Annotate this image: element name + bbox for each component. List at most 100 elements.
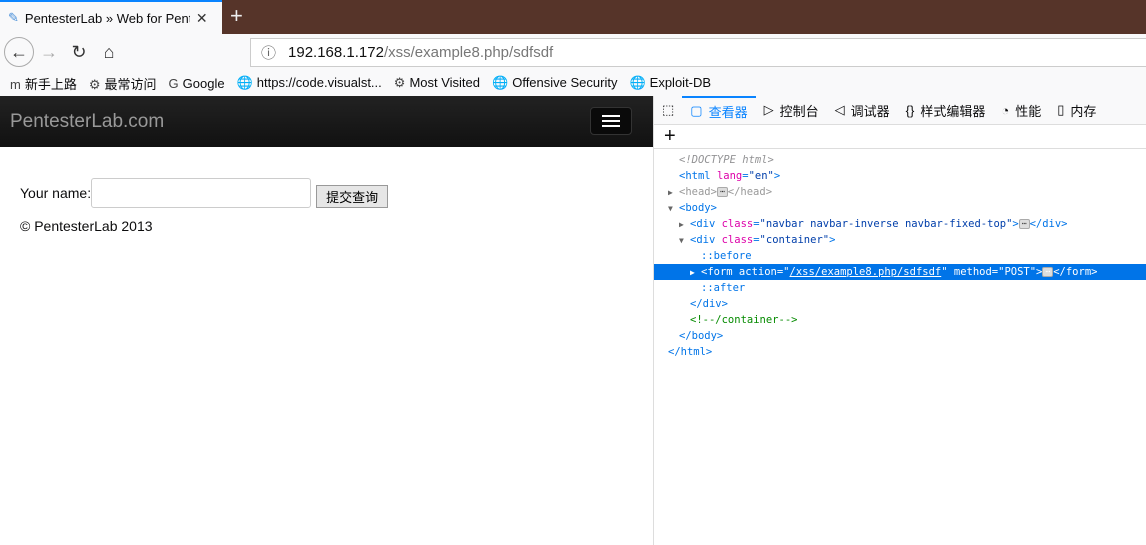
bookmark-item[interactable]: ⚙ Most Visited	[394, 75, 480, 91]
markup-node[interactable]: ::after	[654, 280, 1146, 296]
devtools-tab-icon: ▷	[763, 102, 774, 117]
devtools-tab[interactable]: ◔ 性能	[993, 96, 1049, 125]
devtools-tabs: ⬚ ▢ 查看器 ▷ 控制台 ◁ 调试器 {} 样式编辑器 ◔ 性能 ▯ 内存	[654, 95, 1146, 125]
add-node-button[interactable]: +	[654, 125, 1146, 149]
markup-token: " method="POST">	[941, 266, 1043, 278]
menu-toggle-button[interactable]	[590, 107, 632, 135]
markup-node[interactable]: ▼ <body>	[654, 200, 1146, 216]
devtools-tab-icon: ◁	[834, 102, 845, 117]
reload-button[interactable]: ↻	[64, 37, 94, 67]
close-tab-icon[interactable]: ✕	[196, 10, 208, 27]
back-button[interactable]: ←	[4, 37, 34, 67]
markup-node[interactable]: </html>	[654, 344, 1146, 360]
markup-node[interactable]: ▶ <head> ⋯ </head>	[654, 184, 1146, 200]
markup-token: <!--/container-->	[690, 314, 798, 326]
markup-token: >	[829, 234, 836, 246]
devtools-panel: ⬚ ▢ 查看器 ▷ 控制台 ◁ 调试器 {} 样式编辑器 ◔ 性能 ▯ 内存 + <!DOCTYPE …	[653, 95, 1146, 545]
ellipsis-badge[interactable]: ⋯	[1042, 267, 1054, 277]
devtools-tab-label: 控制台	[779, 103, 819, 119]
markup-node[interactable]: ▼ <div class="container">	[654, 232, 1146, 248]
devtools-tab[interactable]: {} 样式编辑器	[898, 96, 994, 125]
web-page: PentesterLab.com Your name: 提交查询 © Pente…	[0, 96, 653, 545]
bookmark-item[interactable]: G Google	[169, 76, 225, 91]
devtools-tab-icon: {}	[905, 102, 915, 118]
bookmarks-toolbar: m 新手上路 ⚙ 最常访问 G Google 🌐 https://code.visualst.…	[0, 70, 1146, 96]
markup-token: <body>	[679, 202, 717, 214]
new-tab-button[interactable]: +	[230, 3, 243, 29]
markup-tree: <!DOCTYPE html> <html lang="en"> ▶ <head> ⋯ <…	[654, 149, 1146, 360]
devtools-tab[interactable]: ▯ 内存	[1049, 96, 1104, 125]
markup-token: <form action="	[701, 266, 790, 278]
markup-node[interactable]: ▶ <form action="/xss/example8.php/sdfsdf"…	[654, 264, 1146, 280]
bookmark-label: https://code.visualst...	[256, 75, 382, 90]
expand-toggle-icon[interactable]: ▶	[690, 265, 701, 281]
markup-token: <html	[679, 170, 717, 182]
bookmark-item[interactable]: 🌐 https://code.visualst...	[237, 75, 382, 91]
expand-toggle-icon[interactable]: ▼	[668, 201, 679, 217]
bookmark-label: 新手上路	[24, 76, 77, 92]
expand-toggle-icon[interactable]: ▼	[679, 233, 690, 249]
home-button[interactable]: ⌂	[94, 37, 124, 67]
bookmark-item[interactable]: 🌐 Offensive Security	[492, 75, 617, 91]
markup-token: class	[721, 234, 754, 246]
url-host: 192.168.1.172	[288, 44, 384, 61]
bookmark-icon: 🌐	[236, 75, 253, 90]
expand-toggle-icon[interactable]: ▶	[668, 185, 679, 201]
bookmark-item[interactable]: ⚙ 最常访问	[89, 74, 157, 93]
ellipsis-badge[interactable]: ⋯	[1018, 219, 1030, 229]
markup-node[interactable]: ::before	[654, 248, 1146, 264]
markup-token: </div>	[690, 298, 728, 310]
name-input[interactable]	[91, 177, 312, 208]
devtools-tab-icon: ◔	[1001, 102, 1010, 118]
markup-node[interactable]: </div>	[654, 296, 1146, 312]
markup-token: "navbar navbar-inverse navbar-fixed-top"	[759, 218, 1013, 230]
markup-token: </body>	[679, 330, 724, 342]
bookmark-label: 最常访问	[104, 76, 157, 92]
info-icon[interactable]: ⓘ	[261, 42, 276, 63]
bookmark-icon: 🌐	[492, 75, 509, 90]
bookmark-label: Most Visited	[409, 75, 481, 90]
markup-node[interactable]: ▶ <div class="navbar navbar-inverse navba…	[654, 216, 1146, 232]
bookmark-label: Google	[182, 75, 225, 91]
devtools-tab-label: 调试器	[850, 103, 890, 119]
bookmark-icon: ⚙	[393, 75, 406, 90]
markup-token: <!DOCTYPE html>	[679, 154, 774, 166]
bookmark-label: Offensive Security	[512, 75, 618, 90]
copyright: © PentesterLab 2013	[20, 218, 153, 234]
url-path: /xss/example8.php/sdfsdf	[383, 44, 554, 61]
markup-token: class	[721, 218, 754, 230]
devtools-tab-label: 样式编辑器	[920, 103, 986, 119]
devtools-tab[interactable]: ▷ 控制台	[756, 96, 827, 125]
name-label: Your name:	[20, 184, 92, 201]
bookmark-item[interactable]: 🌐 Exploit-DB	[629, 75, 711, 91]
markup-node[interactable]: </body>	[654, 328, 1146, 344]
expand-toggle-icon[interactable]: ▶	[679, 217, 690, 233]
tab-title: PentesterLab » Web for Pent	[24, 10, 190, 26]
submit-button[interactable]: 提交查询	[316, 185, 389, 208]
markup-token: "en"	[748, 170, 774, 182]
devtools-tab[interactable]: ▢ 查看器	[682, 95, 756, 125]
element-picker-icon[interactable]: ⬚	[654, 96, 682, 125]
browser-tab[interactable]: ✎ PentesterLab » Web for Pent ✕	[0, 0, 222, 34]
name-form: Your name: 提交查询	[20, 177, 653, 208]
site-brand[interactable]: PentesterLab.com	[10, 111, 164, 133]
markup-token: <head>	[679, 186, 717, 198]
markup-token: </head>	[727, 186, 773, 198]
markup-node[interactable]: <!DOCTYPE html>	[654, 152, 1146, 168]
markup-token: </form>	[1053, 266, 1098, 278]
bookmark-icon: G	[168, 75, 179, 91]
markup-node[interactable]: <!--/container-->	[654, 312, 1146, 328]
markup-token[interactable]: /xss/example8.php/sdfsdf	[790, 266, 942, 278]
forward-button[interactable]: →	[34, 37, 64, 67]
ellipsis-badge[interactable]: ⋯	[716, 187, 728, 197]
devtools-tab[interactable]: ◁ 调试器	[827, 96, 898, 125]
bookmark-label: Exploit-DB	[649, 75, 712, 90]
markup-node[interactable]: <html lang="en">	[654, 168, 1146, 184]
markup-token: </div>	[1029, 218, 1068, 230]
bookmark-icon: 🌐	[629, 75, 646, 90]
markup-token: >	[773, 170, 781, 182]
devtools-tab-icon: ▢	[690, 103, 703, 118]
url-bar[interactable]: ⓘ 192.168.1.172/xss/example8.php/sdfsdf	[250, 38, 1146, 67]
bookmark-item[interactable]: m 新手上路	[10, 74, 77, 93]
devtools-tab-icon: ▯	[1057, 102, 1065, 117]
